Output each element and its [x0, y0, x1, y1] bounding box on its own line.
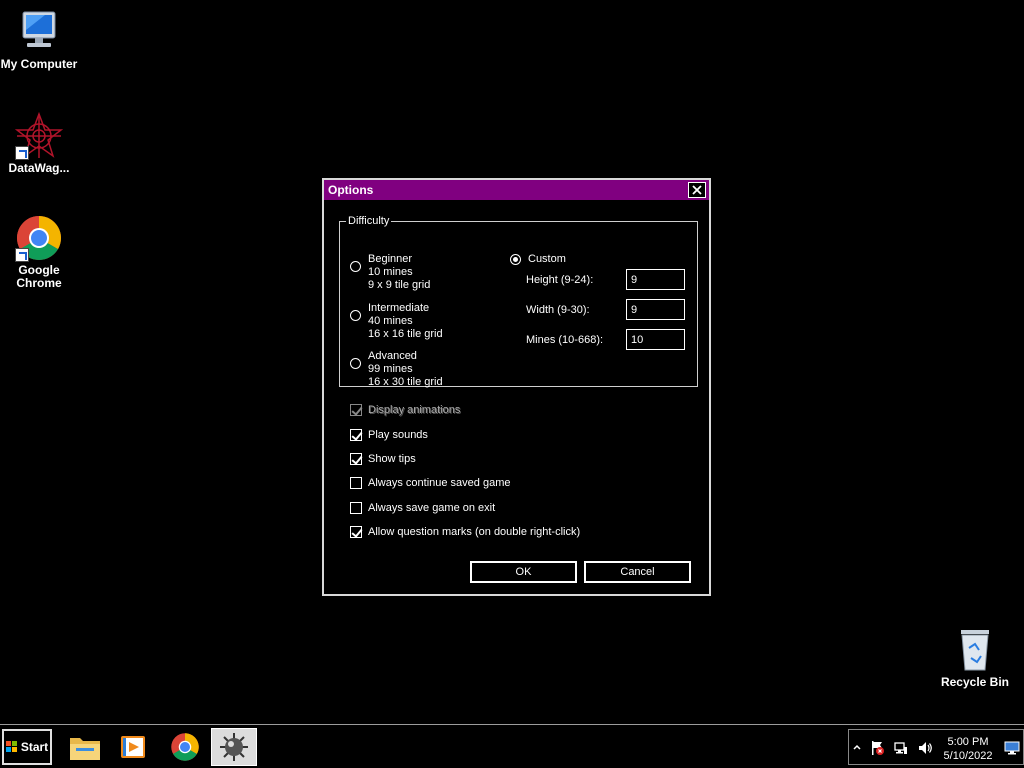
desktop-icon-label: My Computer: [0, 57, 78, 71]
beginner-grid: 9 x 9 tile grid: [368, 279, 431, 291]
option-label: Play sounds: [368, 429, 428, 441]
shortcut-arrow-icon: [15, 248, 29, 262]
option-allow-question-marks[interactable]: Allow question marks (on double right-cl…: [350, 526, 580, 538]
beginner-text: Beginner 10 mines 9 x 9 tile grid: [368, 253, 430, 292]
radio-beginner[interactable]: Beginner 10 mines 9 x 9 tile grid: [350, 253, 430, 292]
show-desktop-button[interactable]: [1003, 740, 1021, 756]
taskbar-file-explorer[interactable]: [62, 728, 108, 766]
desktop-icon-label: DataWag...: [8, 161, 70, 175]
mines-row: Mines (10-668):: [526, 329, 685, 350]
flag-icon: [872, 741, 884, 755]
speaker-icon: [919, 742, 932, 754]
difficulty-legend: Difficulty: [348, 215, 390, 227]
system-tray: 5:00 PM 5/10/2022: [848, 729, 1024, 765]
clock-date: 5/10/2022: [943, 750, 993, 762]
computer-icon: [15, 8, 63, 56]
option-label: Always save game on exit: [368, 502, 496, 514]
taskbar-chrome[interactable]: [162, 728, 208, 766]
recycle-bin-icon: [951, 626, 999, 674]
beginner-mines: 10 mines: [368, 266, 413, 278]
desktop-icon-datawag[interactable]: DataWag...: [0, 111, 79, 175]
width-row: Width (9-30):: [526, 299, 685, 320]
dialog-titlebar[interactable]: Options: [324, 180, 709, 200]
option-play-sounds[interactable]: Play sounds: [350, 429, 428, 441]
volume-icon[interactable]: [917, 740, 933, 756]
difficulty-group: Difficulty Beginner 10 mines 9 x 9 tile …: [339, 215, 698, 389]
desktop-icon-label: Google Chrome: [16, 263, 62, 290]
radio-advanced[interactable]: Advanced 99 mines 16 x 30 tile grid: [350, 350, 443, 389]
mines-label: Mines (10-668):: [526, 333, 604, 346]
option-label: Display animations: [368, 404, 461, 416]
intermediate-text: Intermediate 40 mines 16 x 16 tile grid: [368, 302, 443, 341]
clock-time: 5:00 PM: [947, 736, 989, 748]
checkbox[interactable]: [350, 526, 362, 538]
radio-intermediate[interactable]: Intermediate 40 mines 16 x 16 tile grid: [350, 302, 443, 341]
chrome-icon: [15, 214, 63, 262]
height-label: Height (9-24):: [526, 273, 594, 286]
radio-custom[interactable]: Custom: [510, 253, 566, 266]
option-display-animations: Display animations: [350, 404, 460, 416]
option-always-continue-saved-game[interactable]: Always continue saved game: [350, 477, 510, 489]
start-button[interactable]: Start: [2, 729, 52, 765]
clock[interactable]: 5:00 PM 5/10/2022: [937, 735, 999, 763]
radio-button[interactable]: [350, 310, 361, 321]
checkbox[interactable]: [350, 429, 362, 441]
checkbox[interactable]: [350, 502, 362, 514]
cancel-button[interactable]: Cancel: [583, 560, 692, 584]
monitor-icon: [1004, 741, 1020, 755]
option-label: Allow question marks (on double right-cl…: [368, 526, 581, 538]
desktop-icon-my-computer[interactable]: My Computer: [0, 8, 79, 71]
ok-button[interactable]: OK: [469, 560, 578, 584]
option-label: Always continue saved game: [368, 477, 511, 489]
media-player-icon: [121, 736, 145, 758]
action-center-icon[interactable]: [869, 740, 885, 756]
network-icon[interactable]: [893, 740, 909, 756]
advanced-title: Advanced: [368, 350, 417, 362]
advanced-grid: 16 x 30 tile grid: [368, 376, 443, 388]
radio-button[interactable]: [510, 254, 521, 265]
checkbox: [350, 404, 362, 416]
height-input[interactable]: [626, 269, 685, 290]
chrome-icon: [171, 733, 199, 761]
datawag-icon: [14, 111, 64, 160]
checkbox[interactable]: [350, 453, 362, 465]
desktop-icon-label: Recycle Bin: [940, 675, 1010, 689]
option-show-tips[interactable]: Show tips: [350, 453, 416, 465]
width-label: Width (9-30):: [526, 303, 590, 316]
taskbar-minesweeper[interactable]: [211, 728, 257, 766]
desktop-icon-google-chrome[interactable]: Google Chrome: [0, 214, 79, 290]
advanced-mines: 99 mines: [368, 363, 413, 375]
option-label: Show tips: [368, 453, 416, 465]
close-button[interactable]: [688, 182, 706, 198]
chevron-up-icon: [853, 744, 861, 750]
network-icon-glyph: [894, 742, 907, 754]
options-dialog: Options Difficulty Beginner 10 mines 9 x…: [322, 178, 711, 596]
beginner-title: Beginner: [368, 253, 413, 265]
dialog-title: Options: [328, 183, 374, 197]
windows-logo-icon: [5, 741, 17, 752]
shortcut-arrow-icon: [15, 146, 29, 160]
show-hidden-icons[interactable]: [849, 740, 865, 756]
advanced-text: Advanced 99 mines 16 x 30 tile grid: [368, 350, 443, 389]
minesweeper-icon: [220, 733, 248, 761]
radio-button[interactable]: [350, 261, 361, 272]
mines-input[interactable]: [626, 329, 685, 350]
intermediate-mines: 40 mines: [368, 315, 413, 327]
taskbar: Start 5:00 PM 5/10/2022: [0, 724, 1024, 768]
desktop-icon-recycle-bin[interactable]: Recycle Bin: [935, 626, 1015, 689]
taskbar-media-player[interactable]: [110, 728, 156, 766]
file-explorer-icon: [70, 738, 100, 760]
height-row: Height (9-24):: [526, 269, 685, 290]
start-label: Start: [20, 740, 49, 754]
custom-title: Custom: [528, 253, 566, 265]
intermediate-title: Intermediate: [368, 302, 430, 314]
width-input[interactable]: [626, 299, 685, 320]
option-always-save-on-exit[interactable]: Always save game on exit: [350, 502, 495, 514]
radio-button[interactable]: [350, 358, 361, 369]
checkbox[interactable]: [350, 477, 362, 489]
close-icon: [692, 185, 702, 195]
intermediate-grid: 16 x 16 tile grid: [368, 328, 443, 340]
